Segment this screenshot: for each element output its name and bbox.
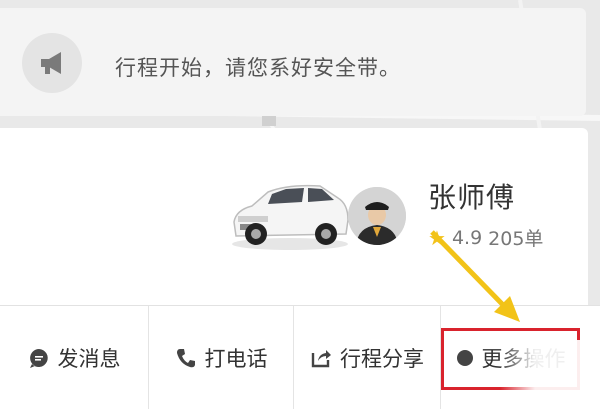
order-count: 205单 <box>488 228 544 250</box>
call-label: 打电话 <box>204 346 268 371</box>
send-message-button[interactable]: 发消息 <box>0 306 148 409</box>
trip-notice-card: 行程开始，请您系好安全带。 <box>0 8 586 116</box>
rating-value: 4.9 <box>451 226 483 249</box>
call-button[interactable]: 打电话 <box>149 306 293 409</box>
megaphone-icon <box>22 33 82 93</box>
watermark <box>500 340 600 408</box>
share-trip-button[interactable]: 行程分享 <box>294 306 440 409</box>
message-bubble-icon <box>28 347 50 369</box>
phone-icon <box>175 347 197 369</box>
share-icon <box>310 347 332 369</box>
send-message-label: 发消息 <box>57 346 121 371</box>
car-image <box>228 176 352 252</box>
share-trip-label: 行程分享 <box>340 346 424 371</box>
star-icon: ★ <box>428 225 446 250</box>
notice-text: 行程开始，请您系好安全带。 <box>115 56 401 80</box>
driver-name: 张师傅 <box>428 181 516 214</box>
driver-info-card[interactable]: 张师傅 ★ 4.9 205单 <box>0 128 588 310</box>
driver-rating: ★ 4.9 205单 <box>428 224 543 251</box>
more-icon <box>456 349 474 367</box>
driver-avatar <box>348 187 406 245</box>
